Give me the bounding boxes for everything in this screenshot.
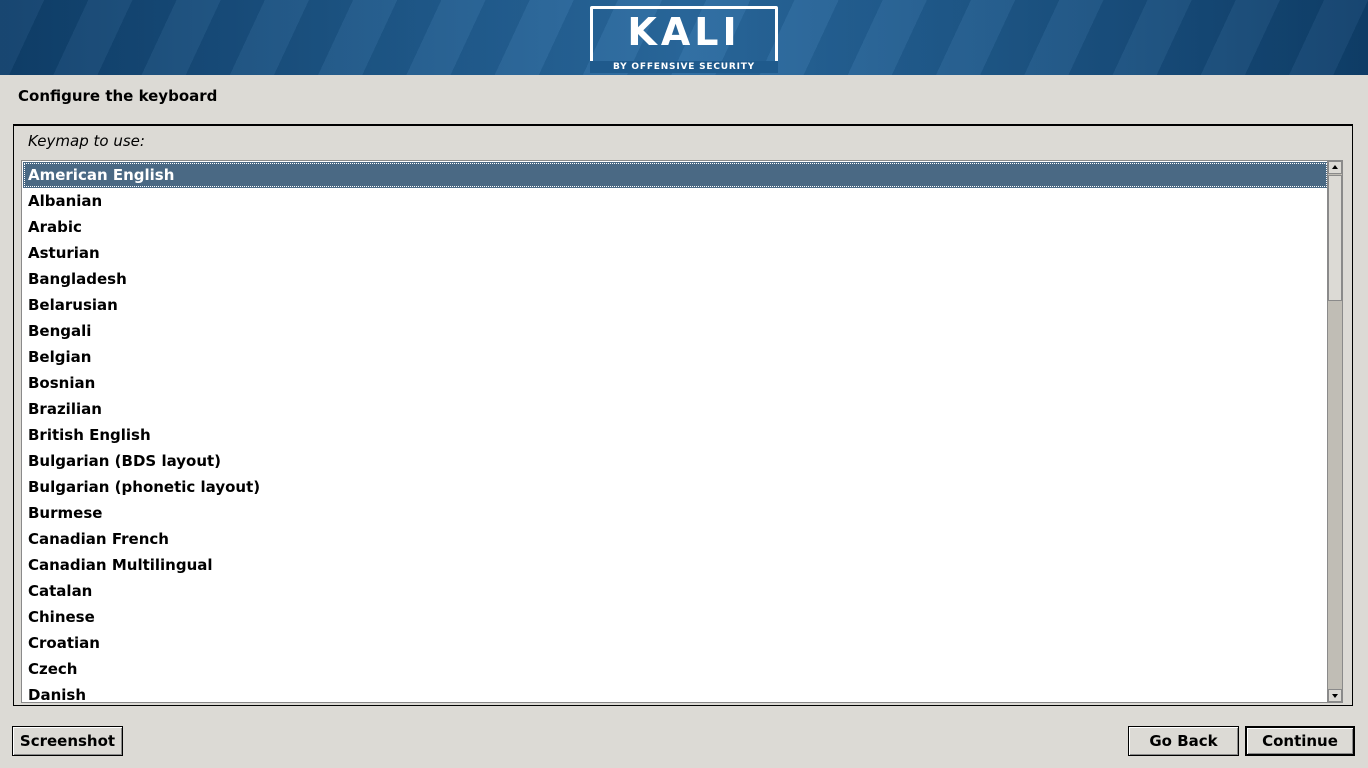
list-item[interactable]: Bosnian: [23, 370, 1328, 396]
kali-logo: KALI BY OFFENSIVE SECURITY: [590, 6, 778, 73]
list-item[interactable]: Albanian: [23, 188, 1328, 214]
continue-button[interactable]: Continue: [1245, 726, 1355, 756]
list-item[interactable]: Catalan: [23, 578, 1328, 604]
list-item[interactable]: Chinese: [23, 604, 1328, 630]
go-back-button[interactable]: Go Back: [1128, 726, 1239, 756]
screenshot-button[interactable]: Screenshot: [12, 726, 123, 756]
list-item[interactable]: Bulgarian (phonetic layout): [23, 474, 1328, 500]
keymap-label: Keymap to use:: [28, 132, 145, 150]
list-item[interactable]: Canadian Multilingual: [23, 552, 1328, 578]
keymap-list[interactable]: American English Albanian Arabic Asturia…: [21, 160, 1343, 703]
list-item[interactable]: Belgian: [23, 344, 1328, 370]
list-item[interactable]: Bulgarian (BDS layout): [23, 448, 1328, 474]
logo-subtext: BY OFFENSIVE SECURITY: [590, 61, 778, 73]
scroll-down-arrow-icon[interactable]: [1328, 689, 1342, 702]
list-item[interactable]: Czech: [23, 656, 1328, 682]
header-banner: KALI BY OFFENSIVE SECURITY: [0, 0, 1368, 75]
list-item[interactable]: British English: [23, 422, 1328, 448]
list-item[interactable]: Canadian French: [23, 526, 1328, 552]
list-item[interactable]: Bangladesh: [23, 266, 1328, 292]
list-item[interactable]: Bengali: [23, 318, 1328, 344]
list-scrollbar[interactable]: [1327, 161, 1342, 702]
list-item[interactable]: Burmese: [23, 500, 1328, 526]
list-item[interactable]: Croatian: [23, 630, 1328, 656]
scroll-up-arrow-icon[interactable]: [1328, 161, 1342, 174]
list-item[interactable]: Danish: [23, 682, 1328, 702]
keymap-list-items: American English Albanian Arabic Asturia…: [23, 162, 1328, 702]
list-item[interactable]: Brazilian: [23, 396, 1328, 422]
list-item[interactable]: Asturian: [23, 240, 1328, 266]
page-title: Configure the keyboard: [18, 87, 218, 105]
list-item[interactable]: Arabic: [23, 214, 1328, 240]
keymap-panel: Keymap to use: American English Albanian…: [13, 124, 1353, 706]
scroll-thumb[interactable]: [1328, 175, 1342, 301]
logo-text: KALI: [627, 10, 741, 54]
list-item[interactable]: American English: [23, 162, 1328, 188]
list-item[interactable]: Belarusian: [23, 292, 1328, 318]
